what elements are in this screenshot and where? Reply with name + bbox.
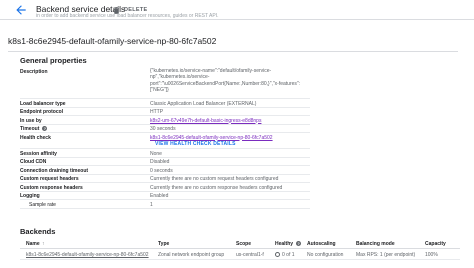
divider <box>8 51 458 52</box>
property-key: Custom request headers <box>20 176 79 182</box>
property-row-custom-response-headers: Custom response headers Currently there … <box>20 183 310 192</box>
property-row-lb-type: Load balancer type Classic Application L… <box>20 99 310 108</box>
property-value: 1 <box>150 201 153 208</box>
backend-service-name: k8s1-8c6e2945-default-ofamily-service-np… <box>8 36 217 46</box>
property-value: Currently there are no custom response h… <box>150 184 283 191</box>
back-arrow-icon[interactable] <box>14 3 28 17</box>
property-row-session-affinity: Session affinity None <box>20 149 310 158</box>
health-check-value: k8s1-8c6e2945-default-ofamily-service-np… <box>150 135 310 148</box>
property-key: Health check <box>20 134 51 141</box>
property-key: Timeout? <box>20 126 48 132</box>
property-value: HTTP <box>150 109 164 115</box>
property-value: 30 seconds <box>150 126 176 132</box>
property-key: Cloud CDN <box>20 159 47 165</box>
property-row-sample-rate: Sample rate 1 <box>20 200 310 209</box>
in-use-by-link[interactable]: k8s2-um-67v49e7h-default-basic-ingress-e… <box>150 118 310 124</box>
property-key: Logging <box>20 193 40 199</box>
backend-autoscaling: No configuration <box>307 252 344 258</box>
property-value: None <box>150 150 162 157</box>
column-header-scope: Scope <box>236 241 252 247</box>
column-header-name[interactable]: Name ↑ <box>26 241 45 247</box>
property-row-logging: Logging Enabled <box>20 192 310 200</box>
backend-capacity: 100% <box>425 252 438 258</box>
property-key: Custom response headers <box>20 184 83 191</box>
backends-heading: Backends <box>20 227 56 236</box>
timeout-label: Timeout <box>20 126 40 132</box>
property-key: Endpoint protocol <box>20 109 64 115</box>
property-key: Connection draining timeout <box>20 167 89 174</box>
info-banner-text: in order to add backend service use load… <box>36 13 219 19</box>
backend-healthy: 0 of 1 <box>275 252 295 258</box>
healthy-value: 0 of 1 <box>282 252 295 258</box>
description-line: ["NEG"]} <box>150 86 169 93</box>
column-header-balancing-mode: Balancing mode <box>356 241 395 247</box>
column-header-healthy: Healthy? <box>275 241 302 247</box>
property-row-custom-request-headers: Custom request headers Currently there a… <box>20 175 310 183</box>
backends-table-header: Name ↑ Type Scope Healthy? Autoscaling B… <box>20 240 460 249</box>
property-value: Currently there are no custom request he… <box>150 176 279 182</box>
help-icon[interactable]: ? <box>296 241 302 246</box>
column-header-type: Type <box>158 241 170 247</box>
backend-name-link[interactable]: k8s1-8c6e2945-default-ofamily-service-np… <box>26 252 149 258</box>
healthy-label: Healthy <box>275 241 294 247</box>
property-row-connection-draining: Connection draining timeout 0 seconds <box>20 166 310 175</box>
property-row-timeout: Timeout? 30 seconds <box>20 125 310 133</box>
backend-type: Zonal network endpoint group <box>158 252 225 258</box>
property-value: Disabled <box>150 159 170 165</box>
description-value: {"kubernetes.io/service-name":"default/o… <box>150 68 310 93</box>
property-row-description: Description {"kubernetes.io/service-name… <box>20 66 310 99</box>
health-status-icon <box>275 252 280 257</box>
health-check-link[interactable]: k8s1-8c6e2945-default-ofamily-service-np… <box>150 135 310 141</box>
view-health-check-details-button[interactable]: VIEW HEALTH CHECK DETAILS <box>155 141 310 147</box>
backend-scope: us-central1-f <box>236 252 264 258</box>
property-key: Session affinity <box>20 150 57 157</box>
column-header-autoscaling: Autoscaling <box>307 241 336 247</box>
property-row-cloud-cdn: Cloud CDN Disabled <box>20 158 310 166</box>
column-name-label: Name <box>26 241 40 247</box>
backend-balancing-mode: Max RPS: 1 (per endpoint) <box>356 252 416 258</box>
general-properties-table: Description {"kubernetes.io/service-name… <box>20 66 310 209</box>
property-key: In use by <box>20 117 42 124</box>
property-key: Description <box>20 69 48 75</box>
property-row-in-use-by: In use by k8s2-um-67v49e7h-default-basic… <box>20 116 310 125</box>
property-key: Sample rate <box>29 201 56 208</box>
property-key: Load balancer type <box>20 100 66 107</box>
column-header-capacity: Capacity <box>425 241 446 247</box>
sort-arrow-up-icon: ↑ <box>42 241 45 247</box>
property-value: 0 seconds <box>150 167 173 174</box>
property-value: Classic Application Load Balancer (EXTER… <box>150 100 257 107</box>
property-row-protocol: Endpoint protocol HTTP <box>20 108 310 116</box>
description-line: port":"\u0026ServiceBackendPort{Name:,Nu… <box>150 80 301 87</box>
help-icon[interactable]: ? <box>42 126 48 131</box>
property-row-health-check: Health check k8s1-8c6e2945-default-ofami… <box>20 133 310 149</box>
property-value: Enabled <box>150 193 169 199</box>
general-properties-heading: General properties <box>20 56 87 65</box>
table-row: k8s1-8c6e2945-default-ofamily-service-np… <box>20 250 460 260</box>
